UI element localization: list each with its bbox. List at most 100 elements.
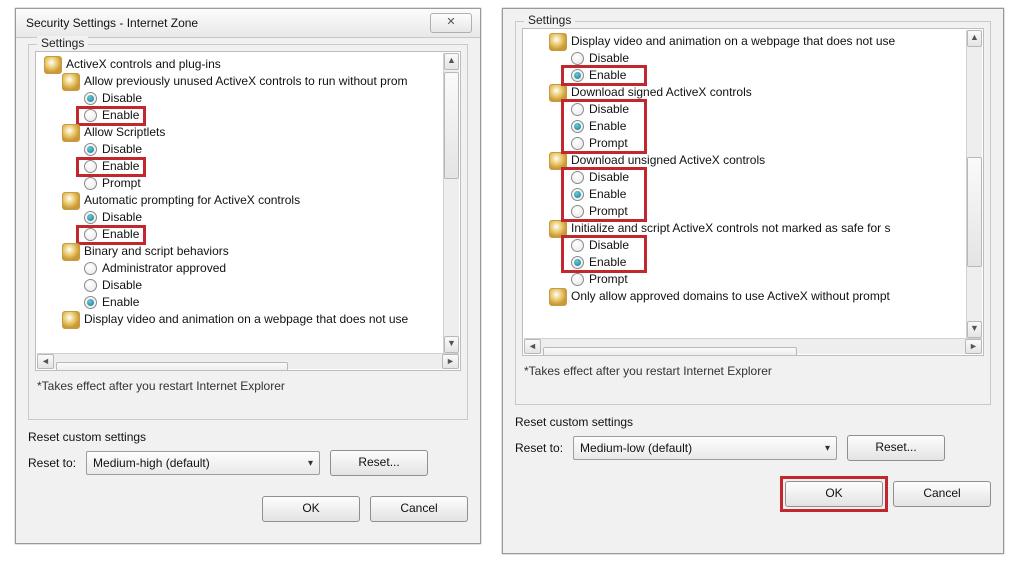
radio-icon[interactable] [571,69,584,82]
tree-radio-option[interactable]: Disable [527,101,981,118]
scroll-thumb[interactable] [543,347,797,357]
tree-radio-option[interactable]: Enable [527,186,981,203]
close-button[interactable]: ✕ [430,13,472,33]
radio-icon[interactable] [571,273,584,286]
tree-node-label: Disable [102,277,142,294]
setting-icon [549,152,567,170]
reset-level-combo[interactable]: Medium-low (default) ▾ [573,436,837,460]
radio-icon[interactable] [571,120,584,133]
reset-level-combo[interactable]: Medium-high (default) ▾ [86,451,320,475]
tree-node-label: Binary and script behaviors [84,243,229,260]
tree-node-label: Disable [102,209,142,226]
chevron-down-icon: ▾ [308,458,313,469]
scroll-up-icon[interactable]: ▲ [444,53,459,70]
radio-icon[interactable] [84,211,97,224]
tree-node-label: Prompt [589,203,628,220]
settings-groupbox: Settings Display video and animation on … [515,21,991,405]
category-icon [44,56,62,74]
tree-node-label: Automatic prompting for ActiveX controls [84,192,300,209]
tree-radio-option[interactable]: Enable [40,107,458,124]
scroll-thumb[interactable] [444,72,459,179]
titlebar[interactable]: Security Settings - Internet Zone ✕ [16,9,480,38]
horizontal-scrollbar[interactable]: ◄ ► [37,353,459,369]
tree-radio-option[interactable]: Disable [527,169,981,186]
tree-radio-option[interactable]: Enable [527,67,981,84]
vertical-scrollbar[interactable]: ▲ ▼ [966,30,982,338]
radio-icon[interactable] [571,171,584,184]
tree-radio-option[interactable]: Prompt [527,203,981,220]
settings-tree[interactable]: ActiveX controls and plug-insAllow previ… [35,51,461,371]
settings-tree[interactable]: Display video and animation on a webpage… [522,28,984,356]
radio-icon[interactable] [571,239,584,252]
radio-icon[interactable] [571,256,584,269]
scroll-up-icon[interactable]: ▲ [967,30,982,47]
groupbox-label: Settings [37,36,88,50]
radio-icon[interactable] [84,143,97,156]
tree-node-label: Display video and animation on a webpage… [84,311,408,328]
tree-radio-option[interactable]: Administrator approved [40,260,458,277]
tree-radio-option[interactable]: Disable [40,141,458,158]
setting-icon [62,243,80,261]
ok-button[interactable]: OK [785,481,883,507]
tree-radio-option[interactable]: Enable [40,226,458,243]
scroll-left-icon[interactable]: ◄ [37,354,54,369]
radio-icon[interactable] [84,177,97,190]
tree-radio-option[interactable]: Prompt [527,271,981,288]
tree-radio-option[interactable]: Disable [527,237,981,254]
tree-node-label: Enable [589,254,626,271]
restart-note: *Takes effect after you restart Internet… [35,371,461,395]
tree-radio-option[interactable]: Disable [527,50,981,67]
tree-radio-option[interactable]: Enable [527,118,981,135]
radio-icon[interactable] [84,262,97,275]
cancel-button[interactable]: Cancel [893,481,991,507]
scroll-thumb[interactable] [967,157,982,267]
tree-node-label: Disable [102,90,142,107]
radio-icon[interactable] [84,92,97,105]
vertical-scrollbar[interactable]: ▲ ▼ [443,53,459,353]
tree-item: Download unsigned ActiveX controls [527,152,981,169]
tree-item: Only allow approved domains to use Activ… [527,288,981,305]
reset-button[interactable]: Reset... [847,435,945,461]
tree-item: Allow previously unused ActiveX controls… [40,73,458,90]
scroll-left-icon[interactable]: ◄ [524,339,541,354]
dialog-title: Security Settings - Internet Zone [26,16,198,30]
radio-icon[interactable] [571,103,584,116]
scroll-down-icon[interactable]: ▼ [444,336,459,353]
radio-icon[interactable] [84,109,97,122]
tree-node-label: Enable [102,158,139,175]
scroll-right-icon[interactable]: ► [965,339,982,354]
tree-item: Automatic prompting for ActiveX controls [40,192,458,209]
tree-radio-option[interactable]: Enable [40,158,458,175]
tree-node-label: Allow Scriptlets [84,124,165,141]
tree-radio-option[interactable]: Enable [40,294,458,311]
radio-icon[interactable] [84,279,97,292]
tree-radio-option[interactable]: Prompt [527,135,981,152]
tree-node-label: Prompt [589,135,628,152]
radio-icon[interactable] [84,228,97,241]
tree-item: Allow Scriptlets [40,124,458,141]
cancel-button[interactable]: Cancel [370,496,468,522]
scroll-thumb[interactable] [56,362,288,372]
tree-radio-option[interactable]: Disable [40,209,458,226]
radio-icon[interactable] [84,296,97,309]
radio-icon[interactable] [571,205,584,218]
tree-radio-option[interactable]: Enable [527,254,981,271]
scroll-down-icon[interactable]: ▼ [967,321,982,338]
radio-icon[interactable] [571,188,584,201]
setting-icon [62,73,80,91]
radio-icon[interactable] [571,137,584,150]
scroll-right-icon[interactable]: ► [442,354,459,369]
ok-button[interactable]: OK [262,496,360,522]
settings-groupbox: Settings ActiveX controls and plug-insAl… [28,44,468,420]
reset-to-label: Reset to: [515,441,563,455]
radio-icon[interactable] [84,160,97,173]
setting-icon [62,311,80,329]
tree-radio-option[interactable]: Prompt [40,175,458,192]
reset-button[interactable]: Reset... [330,450,428,476]
tree-node-label: Administrator approved [102,260,226,277]
setting-icon [62,124,80,142]
horizontal-scrollbar[interactable]: ◄ ► [524,338,982,354]
tree-radio-option[interactable]: Disable [40,90,458,107]
radio-icon[interactable] [571,52,584,65]
tree-radio-option[interactable]: Disable [40,277,458,294]
